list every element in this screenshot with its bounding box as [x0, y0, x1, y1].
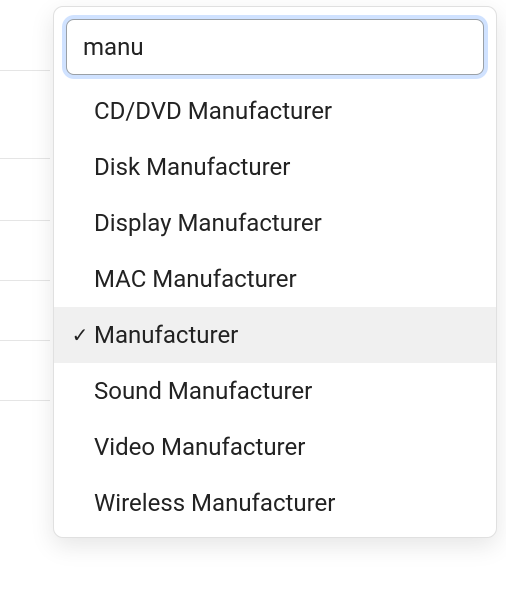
option-label: Disk Manufacturer [94, 153, 480, 181]
option-video-manufacturer[interactable]: Video Manufacturer [54, 419, 496, 475]
search-wrapper [54, 7, 496, 83]
option-label: Display Manufacturer [94, 209, 480, 237]
option-wireless-manufacturer[interactable]: Wireless Manufacturer [54, 475, 496, 531]
option-label: Video Manufacturer [94, 433, 480, 461]
option-cd-dvd-manufacturer[interactable]: CD/DVD Manufacturer [54, 83, 496, 139]
search-input[interactable] [66, 19, 484, 75]
option-label: MAC Manufacturer [94, 265, 480, 293]
option-display-manufacturer[interactable]: Display Manufacturer [54, 195, 496, 251]
option-manufacturer[interactable]: ✓ Manufacturer [54, 307, 496, 363]
dropdown-panel: CD/DVD Manufacturer Disk Manufacturer Di… [53, 6, 497, 538]
option-label: Sound Manufacturer [94, 377, 480, 405]
option-mac-manufacturer[interactable]: MAC Manufacturer [54, 251, 496, 307]
option-disk-manufacturer[interactable]: Disk Manufacturer [54, 139, 496, 195]
check-slot: ✓ [66, 325, 94, 345]
option-list: CD/DVD Manufacturer Disk Manufacturer Di… [54, 83, 496, 531]
option-label: Manufacturer [94, 321, 480, 349]
option-sound-manufacturer[interactable]: Sound Manufacturer [54, 363, 496, 419]
check-icon: ✓ [72, 325, 89, 345]
option-label: Wireless Manufacturer [94, 489, 480, 517]
option-label: CD/DVD Manufacturer [94, 97, 480, 125]
